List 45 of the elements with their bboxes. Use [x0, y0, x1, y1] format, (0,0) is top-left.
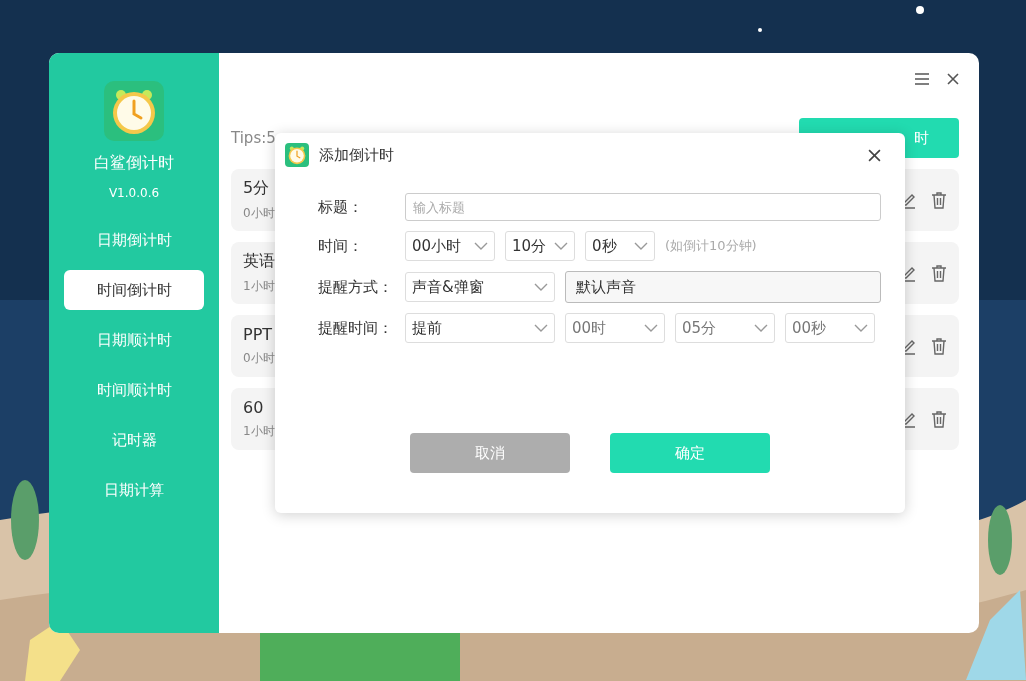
hint-text: (如倒计10分钟) — [665, 237, 757, 255]
timer-title: 60 — [243, 398, 265, 417]
sound-field[interactable]: 默认声音 — [565, 271, 881, 303]
sidebar-item[interactable]: 时间倒计时 — [64, 270, 204, 310]
chevron-down-icon — [854, 324, 868, 332]
close-icon[interactable] — [868, 148, 881, 162]
timer-title: 5分 — [243, 178, 271, 199]
timer-title: 英语 — [243, 251, 275, 272]
chevron-down-icon — [644, 324, 658, 332]
alarm-clock-icon — [285, 143, 309, 167]
timer-remaining: 1小时 — [243, 278, 275, 295]
trash-icon[interactable] — [931, 410, 947, 428]
app-name: 白鲨倒计时 — [94, 153, 174, 174]
trash-icon[interactable] — [931, 264, 947, 282]
dropdown[interactable]: 提前 — [405, 313, 555, 343]
app-version: V1.0.0.6 — [108, 186, 160, 200]
chevron-down-icon — [554, 242, 568, 250]
timer-remaining: 1小时 — [243, 423, 275, 440]
timer-title: PPT — [243, 325, 274, 344]
trash-icon[interactable] — [931, 337, 947, 355]
dropdown[interactable]: 00小时 — [405, 231, 495, 261]
menu-icon[interactable] — [915, 73, 929, 85]
dropdown[interactable]: 00秒 — [785, 313, 875, 343]
alarm-clock-icon — [104, 81, 164, 141]
chevron-down-icon — [634, 242, 648, 250]
field-label: 标题： — [318, 197, 364, 217]
chevron-down-icon — [534, 324, 548, 332]
field-label: 提醒方式： — [318, 277, 394, 297]
field-label: 提醒时间： — [318, 318, 394, 338]
chevron-down-icon — [534, 283, 548, 291]
dialog-title: 添加倒计时 — [319, 145, 395, 165]
timer-remaining: 0小时 — [243, 205, 275, 222]
close-icon[interactable] — [947, 73, 959, 85]
dropdown[interactable]: 05分 — [675, 313, 775, 343]
chevron-down-icon — [754, 324, 768, 332]
chevron-down-icon — [474, 242, 488, 250]
trash-icon[interactable] — [931, 191, 947, 209]
dropdown[interactable]: 声音&弹窗 — [405, 272, 555, 302]
title-input[interactable]: 输入标题 — [405, 193, 881, 221]
timer-remaining: 0小时 — [243, 350, 275, 367]
dropdown[interactable]: 10分 — [505, 231, 575, 261]
dropdown[interactable]: 0秒 — [585, 231, 655, 261]
dropdown[interactable]: 00时 — [565, 313, 665, 343]
field-label: 时间： — [318, 236, 364, 256]
tips-text: Tips:5 — [231, 129, 276, 147]
